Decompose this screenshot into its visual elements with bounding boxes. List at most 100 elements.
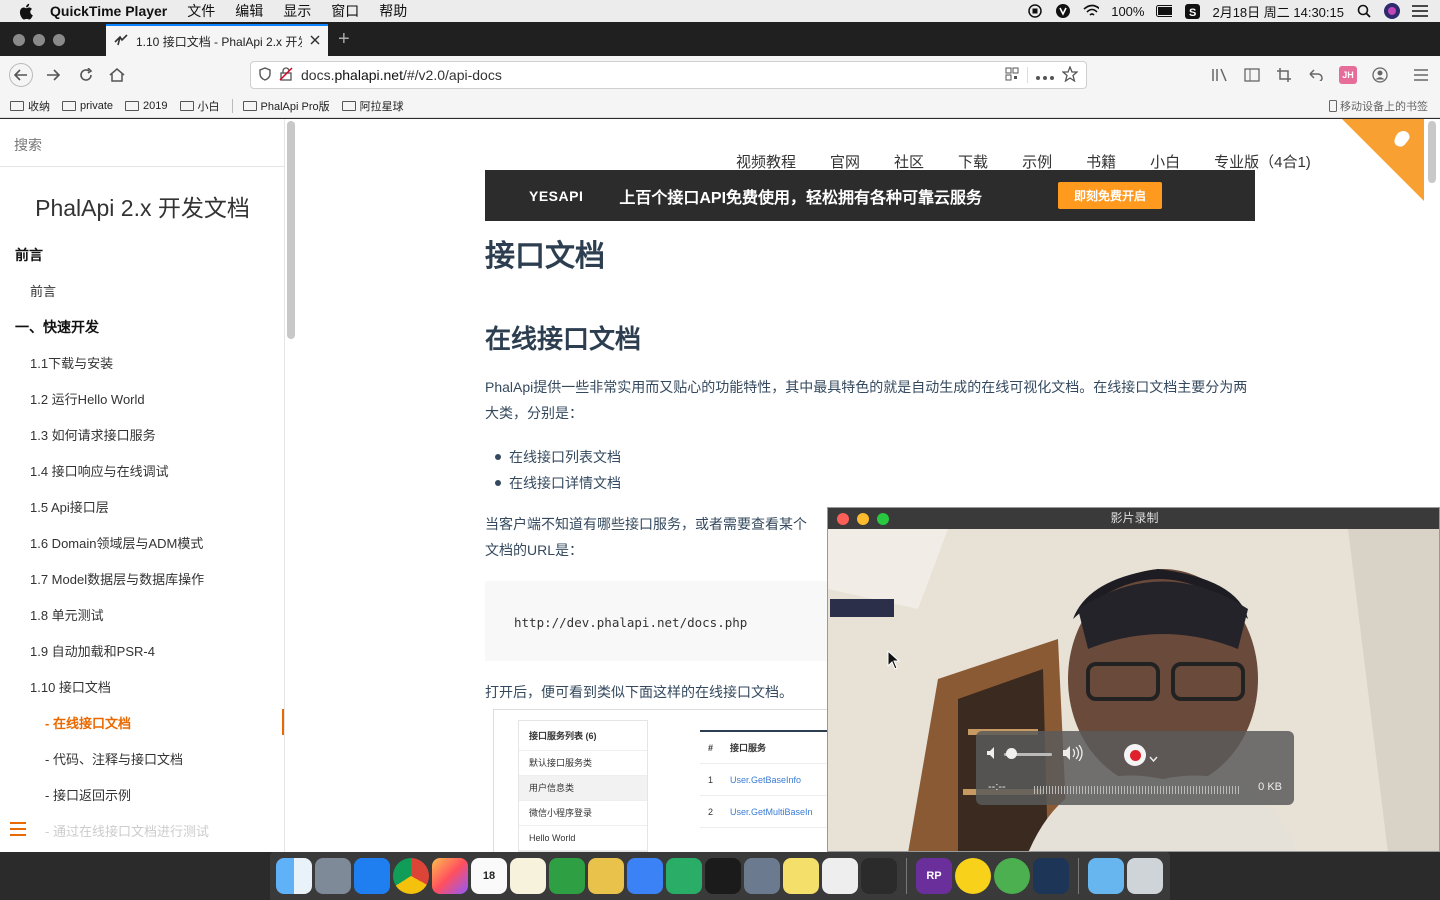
sidebar-item[interactable]: - 接口返回示例: [45, 785, 330, 804]
wifi-icon[interactable]: [1083, 3, 1100, 19]
nav-community[interactable]: 社区: [894, 151, 924, 172]
undo-icon[interactable]: [1307, 66, 1325, 84]
insecure-connection-icon[interactable]: [279, 66, 293, 84]
zoom-window-button[interactable]: [877, 513, 889, 525]
page-scrollbar[interactable]: [1428, 121, 1436, 183]
sidebar-section-heading[interactable]: 前言: [15, 245, 300, 265]
zoom-window-button[interactable]: [53, 34, 65, 46]
sidebar-item[interactable]: 1.3 如何请求接口服务: [30, 425, 315, 444]
sidebar-item[interactable]: 1.10 接口文档: [30, 677, 315, 696]
battery-icon[interactable]: [1156, 3, 1173, 19]
keynote-icon[interactable]: [627, 858, 663, 894]
banner-cta-button[interactable]: 即刻免费开启: [1058, 182, 1163, 209]
volume-slider-knob[interactable]: [1006, 748, 1017, 759]
hamburger-menu-icon[interactable]: [1412, 66, 1430, 84]
firefox-icon[interactable]: [432, 858, 468, 894]
home-button[interactable]: [106, 64, 128, 86]
close-window-button[interactable]: [13, 34, 25, 46]
record-status-icon[interactable]: [1027, 3, 1043, 19]
chrome-icon[interactable]: [393, 858, 429, 894]
sidebar-item[interactable]: 1.5 Api接口层: [30, 497, 315, 516]
clock[interactable]: 2月18日 周二 14:30:15: [1212, 2, 1344, 21]
screenshot-crop-icon[interactable]: [1275, 66, 1293, 84]
back-button[interactable]: [9, 63, 33, 87]
apple-icon[interactable]: [18, 2, 36, 20]
sidebar-item[interactable]: 1.4 接口响应与在线调试: [30, 461, 315, 480]
launchpad-icon[interactable]: [315, 858, 351, 894]
vpn-icon[interactable]: [1055, 3, 1071, 19]
sidebar-item[interactable]: 1.6 Domain领域层与ADM模式: [30, 533, 315, 552]
tab-active[interactable]: 1.10 接口文档 - PhalApi 2.x 开发: [106, 24, 328, 56]
url-bar[interactable]: docs.phalapi.net/#/v2.0/api-docs: [250, 61, 1087, 89]
downloads-icon[interactable]: [1088, 858, 1124, 894]
nav-video-tutorials[interactable]: 视频教程: [736, 151, 796, 172]
wechat-icon[interactable]: [666, 858, 702, 894]
minimize-window-button[interactable]: [857, 513, 869, 525]
search-input[interactable]: 搜索: [0, 119, 285, 167]
siri-icon[interactable]: [1384, 3, 1400, 19]
sidebar-section-heading[interactable]: 一、快速开发: [15, 317, 300, 337]
reload-button[interactable]: [75, 64, 97, 86]
calendar-icon[interactable]: 18: [471, 858, 507, 894]
sidebar-item[interactable]: - 通过在线接口文档进行测试: [45, 821, 330, 840]
nav-beginner[interactable]: 小白: [1150, 151, 1180, 172]
spotlight-search-icon[interactable]: [1356, 3, 1372, 19]
account-icon[interactable]: [1371, 66, 1389, 84]
library-icon[interactable]: [1211, 66, 1229, 84]
menu-help[interactable]: 帮助: [379, 1, 407, 21]
sidebar-item[interactable]: 1.2 运行Hello World: [30, 389, 315, 408]
sidebar-item[interactable]: - 代码、注释与接口文档: [45, 749, 330, 768]
s-app-icon[interactable]: S: [1184, 3, 1200, 19]
sidebar-item[interactable]: - 在线接口文档: [45, 713, 330, 732]
minimize-window-button[interactable]: [33, 34, 45, 46]
nav-examples[interactable]: 示例: [1022, 151, 1052, 172]
sidebar-toggle-icon[interactable]: [1243, 66, 1261, 84]
menu-view[interactable]: 显示: [283, 1, 311, 21]
sidebar-item[interactable]: 1.8 单元测试: [30, 605, 315, 624]
docs-title[interactable]: PhalApi 2.x 开发文档: [0, 189, 285, 223]
finder-icon[interactable]: [276, 858, 312, 894]
axure-icon[interactable]: RP: [916, 858, 952, 894]
menu-window[interactable]: 窗口: [331, 1, 359, 21]
stickies-icon[interactable]: [783, 858, 819, 894]
numbers-icon[interactable]: [549, 858, 585, 894]
window-titlebar[interactable]: 影片录制: [828, 508, 1439, 529]
menu-edit[interactable]: 编辑: [235, 1, 263, 21]
sidebar-item[interactable]: 1.1下载与安装: [30, 353, 315, 372]
close-tab-icon[interactable]: [310, 34, 320, 48]
bookmark-folder[interactable]: private: [62, 100, 113, 112]
url-text[interactable]: docs.phalapi.net/#/v2.0/api-docs: [301, 67, 997, 83]
github-corner-icon[interactable]: [1342, 119, 1424, 201]
bookmark-folder[interactable]: 小白: [179, 98, 220, 114]
sidebar-item[interactable]: 1.9 自动加载和PSR-4: [30, 641, 315, 660]
preview-icon[interactable]: [744, 858, 780, 894]
activity-icon[interactable]: [861, 858, 897, 894]
nav-books[interactable]: 书籍: [1086, 151, 1116, 172]
page-actions-icon[interactable]: [1036, 67, 1054, 83]
bookmark-star-icon[interactable]: [1061, 64, 1079, 85]
nav-download[interactable]: 下载: [958, 151, 988, 172]
qr-code-icon[interactable]: [1005, 67, 1019, 84]
green-app-icon[interactable]: [994, 858, 1030, 894]
record-button[interactable]: [1124, 744, 1146, 766]
bookmark-folder[interactable]: 阿拉星球: [341, 98, 404, 114]
notification-center-icon[interactable]: [1412, 3, 1428, 19]
close-window-button[interactable]: [837, 513, 849, 525]
quicktime-icon[interactable]: [1033, 858, 1069, 894]
clipboard-icon[interactable]: [588, 858, 624, 894]
mobile-bookmarks[interactable]: 移动设备上的书签: [1329, 98, 1428, 114]
tracking-shield-icon[interactable]: [259, 66, 271, 84]
sidebar-toggle-icon[interactable]: [10, 822, 26, 836]
forward-button[interactable]: [42, 64, 64, 86]
safari-icon[interactable]: [354, 858, 390, 894]
sidebar-scrollbar[interactable]: [287, 121, 295, 339]
music-icon[interactable]: [955, 858, 991, 894]
bookmark-folder[interactable]: 收纳: [10, 98, 50, 114]
notes-icon[interactable]: [510, 858, 546, 894]
menu-file[interactable]: 文件: [187, 1, 215, 21]
nav-pro-edition[interactable]: 专业版（4合1): [1214, 151, 1311, 172]
app-menu[interactable]: QuickTime Player: [50, 3, 167, 19]
bookmark-folder[interactable]: PhalApi Pro版: [242, 98, 330, 114]
trash-icon[interactable]: [1127, 858, 1163, 894]
textedit-icon[interactable]: [822, 858, 858, 894]
